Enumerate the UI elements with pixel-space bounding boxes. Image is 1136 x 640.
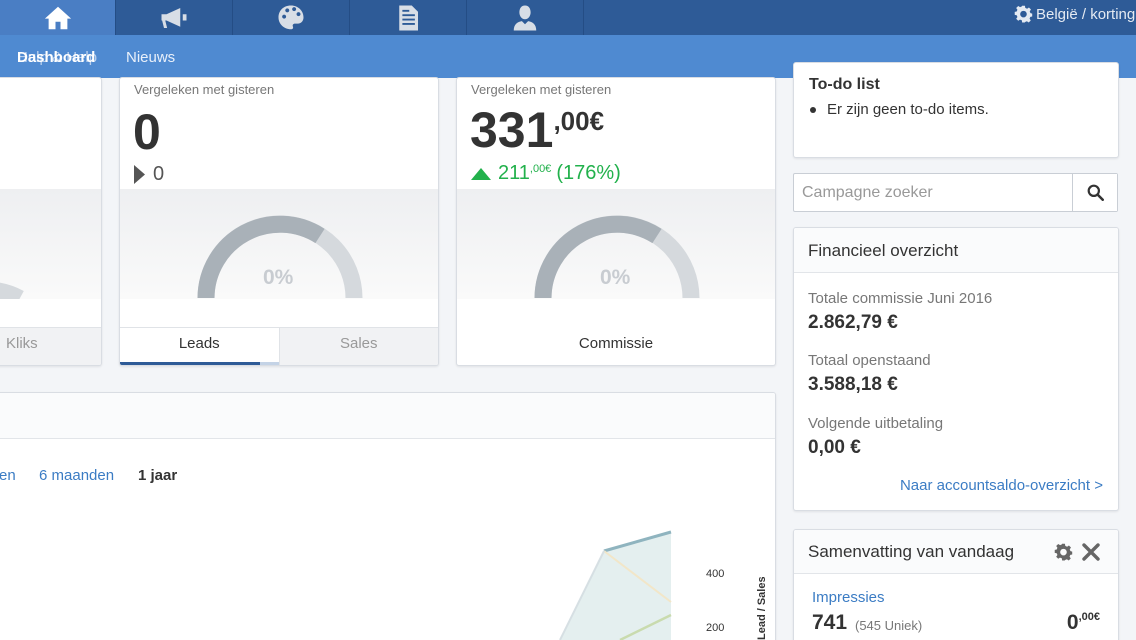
period-option-selected[interactable]: 1 jaar	[138, 467, 177, 484]
finance-row-label: Totaal openstaand	[808, 352, 931, 369]
commission-card: Vergeleken met gisteren 331,00€ 211,00€ …	[456, 77, 776, 366]
period-option[interactable]: 6 maanden	[39, 467, 114, 484]
leads-delta-value: 0	[153, 163, 165, 185]
nav-tab-campaigns[interactable]	[116, 0, 233, 35]
commission-value: 331,00€	[470, 105, 604, 155]
summary-amount-cents: ,00€	[1078, 611, 1100, 623]
leads-tabs: Leads Sales	[120, 327, 438, 365]
todo-title: To-do list	[809, 76, 880, 93]
finance-row-value: 0,00 €	[808, 437, 861, 458]
commission-delta-main: 211	[498, 162, 530, 184]
tab-leads[interactable]: Leads	[120, 327, 279, 365]
campaign-search	[793, 173, 1118, 212]
search-button[interactable]	[1072, 174, 1117, 211]
user-icon	[513, 5, 537, 30]
clicks-gauge	[0, 282, 24, 299]
nav-tab-home[interactable]	[0, 0, 116, 35]
nav-tab-account[interactable]	[467, 0, 584, 35]
commission-label: Commissie	[578, 335, 654, 352]
y-axis-label: Lead / Sales	[756, 577, 768, 640]
palette-icon	[278, 5, 304, 29]
tab-kliks[interactable]: Kliks	[0, 327, 101, 365]
compare-label: Vergeleken met gisteren	[471, 82, 612, 97]
caret-up-icon	[471, 167, 491, 180]
caret-right-icon	[134, 165, 145, 184]
locale-label: België / korting	[1036, 6, 1136, 23]
commission-delta: 211,00€ (176%)	[471, 162, 621, 185]
nav-tab-reports[interactable]	[350, 0, 467, 35]
gauge-area: 0%	[120, 189, 438, 299]
commission-delta-pct: (176%)	[556, 162, 621, 184]
finance-row-value: 3.588,18 €	[808, 374, 898, 395]
campaign-search-input[interactable]	[794, 174, 1074, 211]
gauge-percent: 0%	[263, 266, 294, 289]
leads-delta: 0	[134, 163, 164, 186]
tab-indicator-track	[260, 362, 279, 365]
finance-row-label: Totale commissie Juni 2016	[808, 290, 993, 307]
finance-title: Financieel overzicht	[794, 228, 1118, 273]
commission-value-cents: ,00€	[553, 106, 605, 136]
summary-amount-main: 0	[1066, 611, 1079, 634]
summary-title: Samenvatting van vandaag	[808, 542, 1015, 561]
leads-value: 0	[133, 104, 161, 160]
document-icon	[399, 5, 418, 30]
todo-card: To-do list Er zijn geen to-do items.	[793, 62, 1119, 158]
leads-card: Vergeleken met gisteren 0 0 0% Leads Sal…	[119, 77, 439, 366]
megaphone-icon	[161, 7, 187, 28]
active-tab-indicator	[120, 362, 260, 365]
account-balance-link[interactable]: Naar accountsaldo-overzicht >	[900, 477, 1103, 494]
gauge-percent: 0%	[600, 266, 631, 289]
period-option[interactable]: en	[0, 467, 16, 484]
commission-delta-cents: ,00€	[529, 162, 552, 175]
locale-selector[interactable]: België / korting	[1014, 5, 1135, 24]
gauge-area: 0%	[457, 189, 775, 299]
impressions-unique: (545 Uniek)	[855, 618, 923, 633]
nav-tab-creatives[interactable]	[233, 0, 350, 35]
impressions-value: 741	[812, 611, 848, 634]
summary-amount: 0,00€	[1067, 611, 1100, 635]
y-tick-label: 400	[706, 568, 725, 580]
bullet	[810, 106, 816, 113]
clicks-tabs: Kliks	[0, 327, 101, 365]
impressions-label[interactable]: Impressies	[812, 589, 885, 606]
finance-card: Financieel overzicht Totale commissie Ju…	[793, 227, 1119, 511]
subnav-nieuws[interactable]: Nieuws	[126, 49, 175, 66]
trend-chart-area	[559, 530, 672, 640]
gauge-area	[0, 189, 101, 299]
finance-row-value: 2.862,79 €	[808, 312, 898, 333]
close-icon[interactable]	[1082, 543, 1100, 561]
y-tick-label: 200	[706, 622, 725, 634]
home-icon	[44, 6, 71, 29]
top-navigation: België / korting	[0, 0, 1136, 35]
gear-icon	[1014, 5, 1033, 23]
settings-gear-icon[interactable]	[1054, 543, 1073, 562]
search-icon	[1087, 184, 1104, 201]
tab-sales[interactable]: Sales	[278, 327, 438, 365]
chart-panel-header	[0, 393, 775, 439]
subnav-dashboard[interactable]: Dashboard	[17, 49, 95, 66]
clicks-card: Kliks	[0, 77, 102, 366]
commission-value-main: 331	[470, 102, 554, 158]
todo-empty-item: Er zijn geen to-do items.	[810, 101, 989, 118]
finance-row-label: Volgende uitbetaling	[808, 415, 944, 432]
todo-empty-text: Er zijn geen to-do items.	[827, 101, 989, 118]
compare-label: Vergeleken met gisteren	[134, 82, 275, 97]
summary-card: Samenvatting van vandaag Impressies 741 …	[793, 529, 1119, 640]
